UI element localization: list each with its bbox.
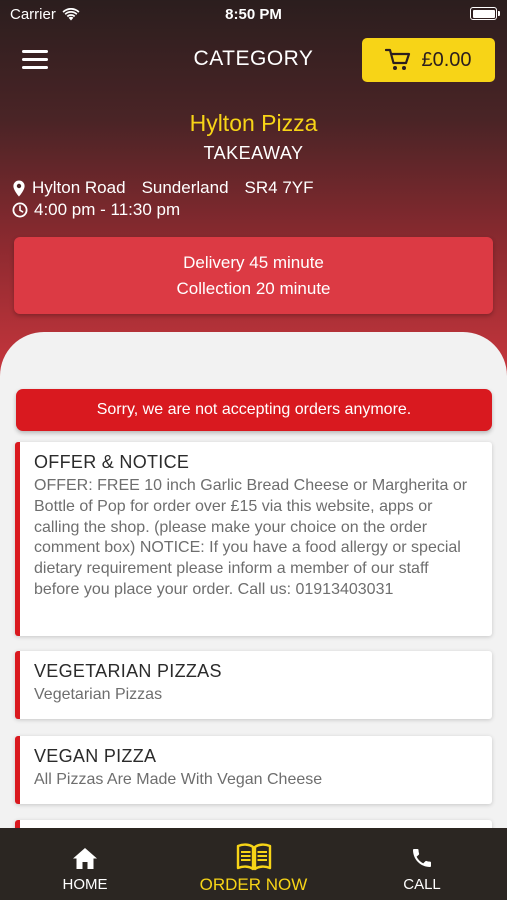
address-street: Hylton Road xyxy=(32,178,126,197)
category-description: All Pizzas Are Made With Vegan Cheese xyxy=(34,771,323,788)
nav-order-now[interactable]: ORDER NOW xyxy=(183,828,324,900)
status-time: 8:50 PM xyxy=(225,6,282,23)
cart-icon xyxy=(385,48,411,70)
shop-name: Hylton Pizza xyxy=(189,110,318,136)
address-postcode: SR4 7YF xyxy=(244,178,314,197)
shop-address: Hylton Road Sunderland SR4 7YF xyxy=(12,178,314,198)
category-card-vegan[interactable]: VEGAN PIZZA All Pizzas Are Made With Veg… xyxy=(15,736,492,804)
app-header: CATEGORY £0.00 xyxy=(0,38,507,83)
battery-icon xyxy=(470,7,500,20)
menu-book-icon xyxy=(236,843,271,871)
category-description: OFFER: FREE 10 inch Garlic Bread Cheese … xyxy=(34,477,468,598)
location-pin-icon xyxy=(13,180,25,196)
category-title: VEGETARIAN PIZZAS xyxy=(34,661,222,681)
nav-home[interactable]: HOME xyxy=(45,828,125,900)
phone-icon xyxy=(413,849,431,867)
category-title: VEGAN PIZZA xyxy=(34,746,157,766)
shop-hours: 4:00 pm - 11:30 pm xyxy=(12,200,180,220)
category-list[interactable]: Sorry, we are not accepting orders anymo… xyxy=(0,332,507,852)
category-description: Vegetarian Pizzas xyxy=(34,686,163,703)
category-card-offer[interactable]: OFFER & NOTICE OFFER: FREE 10 inch Garli… xyxy=(15,442,492,636)
nav-order-label: ORDER NOW xyxy=(199,875,308,894)
bottom-nav: HOME ORDER NOW CALL xyxy=(0,828,507,900)
nav-call-label: CALL xyxy=(403,876,441,893)
closed-notice: Sorry, we are not accepting orders anymo… xyxy=(16,389,492,431)
category-card-vegetarian[interactable]: VEGETARIAN PIZZAS Vegetarian Pizzas xyxy=(15,651,492,719)
collection-time: Collection 20 minute xyxy=(176,278,331,298)
home-icon xyxy=(73,847,97,869)
cart-button[interactable]: £0.00 xyxy=(362,38,495,82)
shop-type: TAKEAWAY xyxy=(203,143,304,163)
category-title: OFFER & NOTICE xyxy=(34,452,190,472)
address-city: Sunderland xyxy=(141,178,229,197)
nav-home-label: HOME xyxy=(62,876,108,893)
nav-call[interactable]: CALL xyxy=(382,828,462,900)
delivery-info: Delivery 45 minute Collection 20 minute xyxy=(14,237,493,314)
delivery-time: Delivery 45 minute xyxy=(183,252,324,272)
hours-text: 4:00 pm - 11:30 pm xyxy=(34,200,181,219)
status-bar: Carrier 8:50 PM xyxy=(0,0,507,30)
cart-total: £0.00 xyxy=(421,48,472,71)
clock-icon xyxy=(12,202,28,218)
